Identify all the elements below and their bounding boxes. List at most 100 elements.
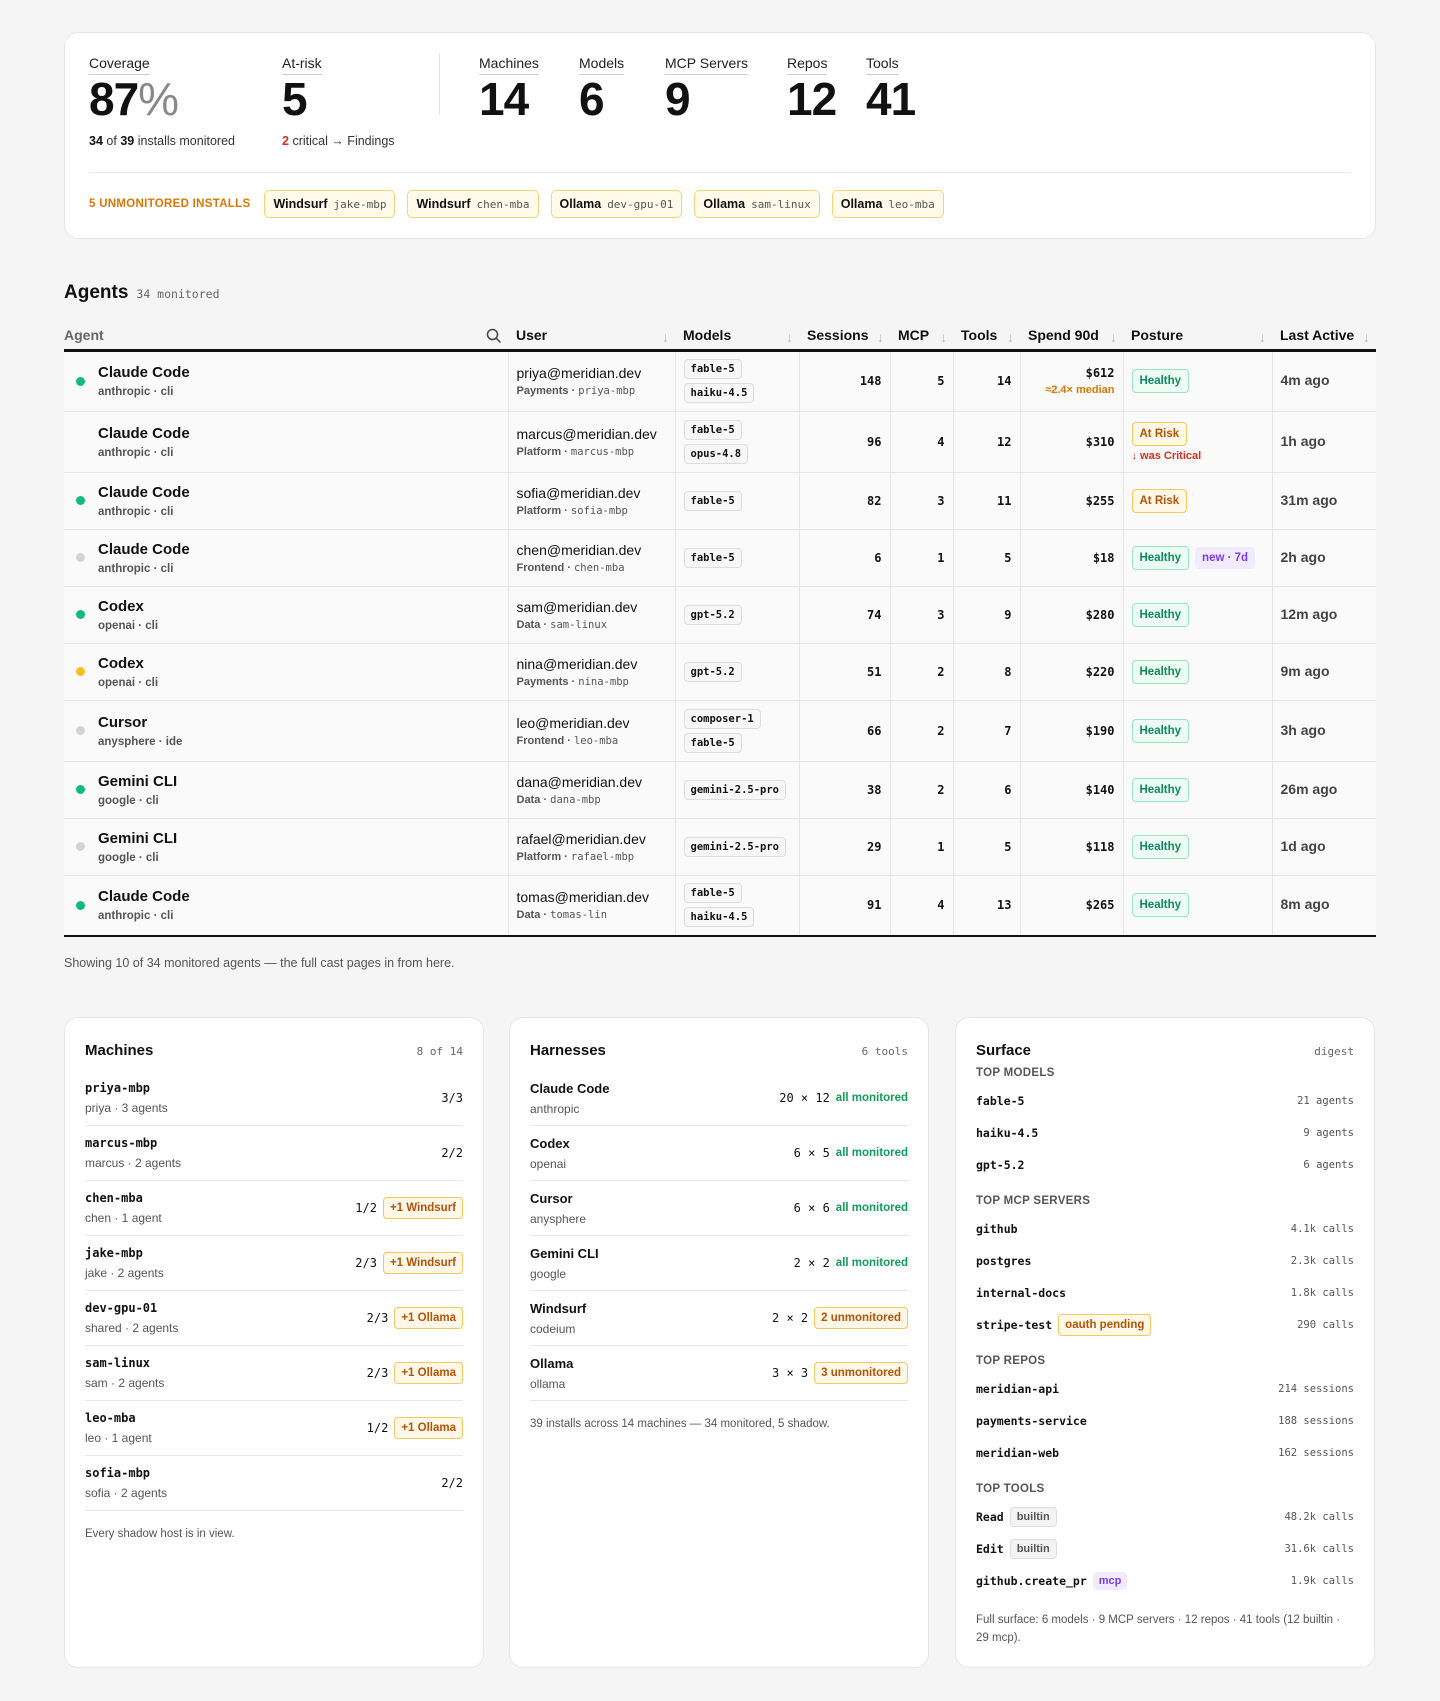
- model-chip[interactable]: fable-5: [683, 359, 742, 379]
- surface-row[interactable]: meridian-api 214 sessions: [976, 1373, 1354, 1405]
- harness-row[interactable]: Windsurf codeium 2 × 2 2 unmonitored: [530, 1291, 908, 1346]
- count-stat-tools[interactable]: Tools 41: [866, 55, 916, 122]
- col-user[interactable]: User ↓: [508, 322, 675, 352]
- surface-row[interactable]: github 4.1k calls: [976, 1213, 1354, 1245]
- count-stat-mcp-servers[interactable]: MCP Servers 9: [665, 55, 748, 122]
- model-chip[interactable]: gemini-2.5-pro: [683, 779, 787, 800]
- user-email[interactable]: tomas@meridian.dev: [517, 889, 667, 905]
- surface-row[interactable]: haiku-4.5 9 agents: [976, 1117, 1354, 1149]
- surface-row[interactable]: stripe-test oauth pending 290 calls: [976, 1309, 1354, 1341]
- model-chip[interactable]: fable-5: [683, 732, 742, 753]
- posture-badge[interactable]: Healthy: [1131, 545, 1190, 570]
- posture-badge[interactable]: Healthy: [1131, 659, 1190, 684]
- agent-row[interactable]: Cursor anysphere · ide leo@meridian.dev Fro…: [64, 700, 1376, 762]
- shadow-install-chip[interactable]: +1 Ollama: [394, 1362, 463, 1384]
- shadow-install-chip[interactable]: +1 Windsurf: [382, 1252, 463, 1274]
- model-chip[interactable]: composer-1: [683, 708, 761, 729]
- agent-row[interactable]: Gemini CLI google · cli dana@meridian.dev D…: [64, 761, 1376, 819]
- model-chip[interactable]: gpt-5.2: [683, 604, 742, 625]
- col-models[interactable]: Models ↓: [675, 322, 799, 352]
- sort-arrow-icon[interactable]: ↓: [786, 329, 793, 345]
- shadow-install-chip[interactable]: +1 Ollama: [394, 1417, 463, 1439]
- unmonitored-chip[interactable]: Ollama dev-gpu-01: [550, 190, 683, 218]
- harness-row[interactable]: Cursor anysphere 6 × 6 all monitored: [530, 1181, 908, 1236]
- user-email[interactable]: priya@meridian.dev: [517, 365, 667, 381]
- col-spend[interactable]: Spend 90d ↓: [1020, 322, 1123, 352]
- surface-row[interactable]: payments-service 188 sessions: [976, 1405, 1354, 1437]
- user-email[interactable]: dana@meridian.dev: [517, 774, 667, 790]
- surface-row[interactable]: gpt-5.2 6 agents: [976, 1149, 1354, 1181]
- user-email[interactable]: rafael@meridian.dev: [517, 831, 667, 847]
- harness-row[interactable]: Codex openai 6 × 5 all monitored: [530, 1126, 908, 1181]
- coverage-stat[interactable]: Coverage 87% 34 of 39 installs monitored: [89, 55, 235, 148]
- model-chip[interactable]: fable-5: [683, 490, 742, 511]
- posture-badge[interactable]: Healthy: [1131, 369, 1190, 393]
- count-stat-models[interactable]: Models 6: [579, 55, 625, 122]
- surface-row[interactable]: github.create_pr mcp 1.9k calls: [976, 1565, 1354, 1597]
- model-chip[interactable]: gpt-5.2: [683, 661, 742, 682]
- surface-row[interactable]: internal-docs 1.8k calls: [976, 1277, 1354, 1309]
- posture-badge[interactable]: Healthy: [1131, 834, 1190, 859]
- harness-row[interactable]: Ollama ollama 3 × 3 3 unmonitored: [530, 1346, 908, 1401]
- model-chip[interactable]: haiku-4.5: [683, 907, 755, 928]
- sort-arrow-icon[interactable]: ↓: [1110, 329, 1117, 345]
- shadow-install-chip[interactable]: +1 Ollama: [394, 1307, 463, 1329]
- unmonitored-chip[interactable]: Windsurf jake-mbp: [264, 190, 396, 218]
- col-sessions[interactable]: Sessions ↓: [799, 322, 890, 352]
- user-email[interactable]: chen@meridian.dev: [517, 542, 667, 558]
- unmonitored-chip[interactable]: Ollama leo-mba: [831, 190, 944, 218]
- machine-row[interactable]: dev-gpu-01 shared · 2 agents 2/3 +1 Ollama: [85, 1291, 463, 1346]
- user-email[interactable]: nina@meridian.dev: [517, 656, 667, 672]
- sort-arrow-icon[interactable]: ↓: [662, 329, 669, 345]
- posture-badge[interactable]: Healthy: [1131, 893, 1190, 918]
- count-stat-repos[interactable]: Repos 12: [787, 55, 837, 122]
- machine-row[interactable]: priya-mbp priya · 3 agents 3/3: [85, 1071, 463, 1126]
- machine-row[interactable]: jake-mbp jake · 2 agents 2/3 +1 Windsurf: [85, 1236, 463, 1291]
- model-chip[interactable]: gemini-2.5-pro: [683, 836, 787, 857]
- agent-row[interactable]: Gemini CLI google · cli rafael@meridian.de…: [64, 818, 1376, 876]
- col-mcp[interactable]: MCP ↓: [890, 322, 953, 352]
- unmonitored-chip[interactable]: Windsurf chen-mba: [407, 190, 539, 218]
- unmonitored-chip[interactable]: Ollama sam-linux: [694, 190, 820, 218]
- agent-row[interactable]: Claude Code anthropic · cli chen@meridian.…: [64, 529, 1376, 587]
- search-icon[interactable]: [486, 328, 502, 344]
- surface-row[interactable]: postgres 2.3k calls: [976, 1245, 1354, 1277]
- model-chip[interactable]: fable-5: [683, 419, 742, 440]
- user-email[interactable]: leo@meridian.dev: [517, 715, 667, 731]
- sort-arrow-icon[interactable]: ↓: [1007, 329, 1014, 345]
- surface-row[interactable]: meridian-web 162 sessions: [976, 1437, 1354, 1469]
- harness-status[interactable]: 2 unmonitored: [814, 1307, 908, 1329]
- user-email[interactable]: sam@meridian.dev: [517, 599, 667, 615]
- posture-badge[interactable]: At Risk: [1131, 488, 1188, 513]
- machine-row[interactable]: sam-linux sam · 2 agents 2/3 +1 Ollama: [85, 1346, 463, 1401]
- machine-row[interactable]: marcus-mbp marcus · 2 agents 2/2: [85, 1126, 463, 1181]
- model-chip[interactable]: fable-5: [683, 547, 742, 568]
- agent-row[interactable]: Claude Code anthropic · cli sofia@meridian…: [64, 472, 1376, 530]
- model-chip[interactable]: haiku-4.5: [683, 383, 755, 403]
- agent-row[interactable]: Codex openai · cli nina@meridian.dev Paymen…: [64, 643, 1376, 701]
- sort-arrow-icon[interactable]: ↓: [1259, 329, 1266, 345]
- user-email[interactable]: marcus@meridian.dev: [517, 426, 667, 442]
- posture-badge[interactable]: At Risk: [1131, 421, 1188, 446]
- count-stat-machines[interactable]: Machines 14: [479, 55, 539, 122]
- sort-arrow-icon[interactable]: ↓: [940, 329, 947, 345]
- posture-badge[interactable]: Healthy: [1131, 602, 1190, 627]
- at-risk-stat[interactable]: At-risk 5 2 critical → Findings: [282, 55, 395, 148]
- user-email[interactable]: sofia@meridian.dev: [517, 485, 667, 501]
- harness-status[interactable]: 3 unmonitored: [814, 1362, 908, 1384]
- agent-row[interactable]: Claude Code anthropic · cli priya@meridian…: [64, 350, 1376, 412]
- model-chip[interactable]: opus-4.8: [683, 443, 749, 464]
- machine-row[interactable]: leo-mba leo · 1 agent 1/2 +1 Ollama: [85, 1401, 463, 1456]
- shadow-install-chip[interactable]: +1 Windsurf: [382, 1197, 463, 1219]
- model-chip[interactable]: fable-5: [683, 883, 742, 904]
- at-risk-sub[interactable]: 2 critical → Findings: [282, 134, 395, 148]
- posture-badge[interactable]: Healthy: [1131, 718, 1190, 743]
- surface-row[interactable]: fable-5 21 agents: [976, 1085, 1354, 1117]
- col-posture[interactable]: Posture ↓: [1123, 322, 1272, 352]
- posture-badge[interactable]: Healthy: [1131, 777, 1190, 802]
- surface-row[interactable]: Edit builtin 31.6k calls: [976, 1533, 1354, 1565]
- agent-row[interactable]: Claude Code anthropic · cli marcus@meridia…: [64, 411, 1376, 473]
- col-tools[interactable]: Tools ↓: [953, 322, 1020, 352]
- col-last-active[interactable]: Last Active ↓: [1272, 322, 1376, 352]
- surface-row[interactable]: Read builtin 48.2k calls: [976, 1501, 1354, 1533]
